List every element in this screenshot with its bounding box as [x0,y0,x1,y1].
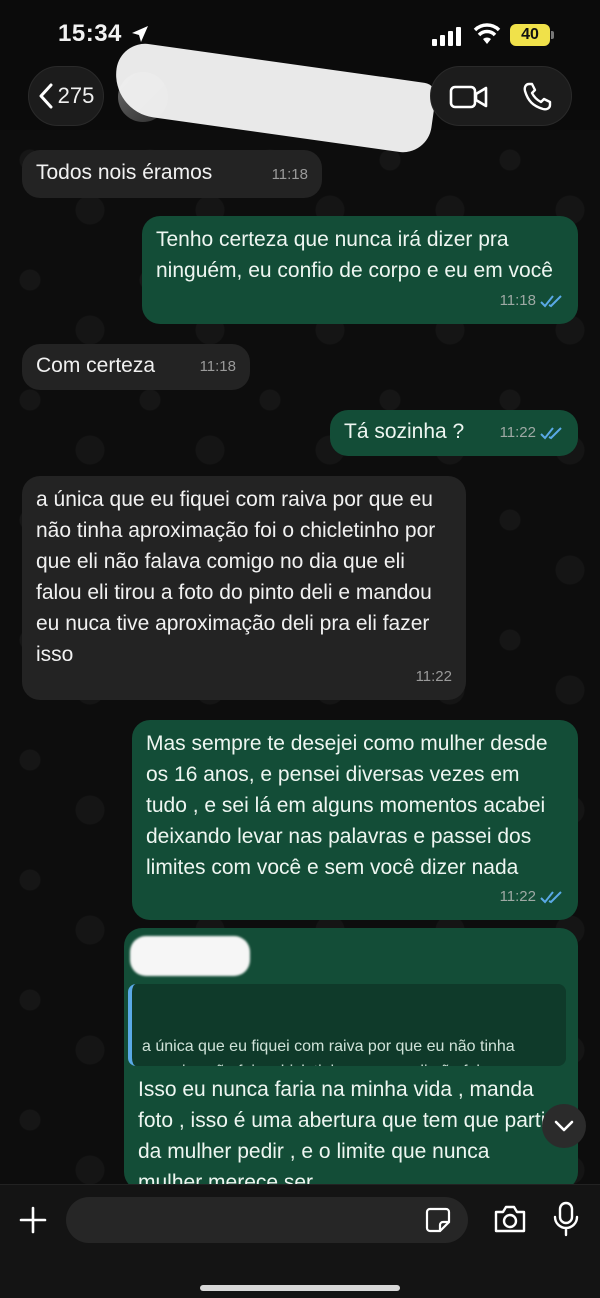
message-text: Isso eu nunca faria na minha vida , mand… [138,1078,546,1194]
camera-icon[interactable] [492,1203,528,1235]
sticker-icon[interactable] [424,1206,452,1234]
message-bubble-outgoing[interactable]: Tá sozinha ? 11:22 [330,410,578,456]
message-meta: 11:18 [272,159,308,190]
scroll-to-bottom-button[interactable] [542,1104,586,1148]
message-meta: 11:22 [500,881,564,912]
wifi-icon [473,23,501,44]
message-bubble-outgoing[interactable]: Mas sempre te desejei como mulher desde … [132,720,578,920]
message-meta: 11:22 [416,661,452,692]
message-bubble-outgoing[interactable]: Tenho certeza que nunca irá dizer pra ni… [142,216,578,324]
home-indicator [200,1285,400,1291]
message-meta: 11:18 [200,351,236,382]
message-bubble-incoming[interactable]: Com certeza 11:18 [22,344,250,390]
chat-header: 275 [0,40,600,156]
read-ticks-icon [540,294,562,307]
message-text: Todos nois éramos [36,161,213,184]
signal-icon [432,27,461,46]
read-ticks-icon [540,890,562,903]
phone-call-icon[interactable] [521,81,553,113]
message-text: Mas sempre te desejei como mulher desde … [146,732,548,879]
message-meta: 11:22 [500,417,564,448]
message-time: 11:22 [499,888,536,905]
read-ticks-icon [540,426,562,439]
video-call-icon[interactable] [449,81,489,113]
contact-info[interactable] [110,40,438,156]
quoted-text: a única que eu fiquei com raiva por que … [142,1038,515,1066]
message-input[interactable] [66,1197,468,1243]
message-composer [0,1184,600,1298]
message-bubble-incoming[interactable]: a única que eu fiquei com raiva por que … [22,476,466,700]
message-text: Tenho certeza que nunca irá dizer pra ni… [156,228,553,282]
message-time: 11:22 [415,668,452,685]
redacted-reply-sender [130,936,250,976]
battery-icon: 40 [510,24,554,46]
chevron-down-icon [554,1120,574,1132]
microphone-icon[interactable] [552,1201,580,1237]
message-time: 11:18 [199,358,236,375]
message-meta: 11:18 [500,285,564,316]
message-time: 11:22 [499,424,536,441]
message-time: 11:18 [499,292,536,309]
unread-count: 275 [57,83,95,108]
plus-icon[interactable] [18,1205,48,1235]
quoted-message[interactable]: a única que eu fiquei com raiva por que … [128,984,566,1066]
back-button[interactable]: 275 [28,66,104,126]
location-arrow-icon [132,26,148,42]
call-actions [430,66,572,126]
battery-level: 40 [510,24,550,46]
back-chevron-icon [39,83,53,109]
message-bubble-incoming[interactable]: Todos nois éramos 11:18 [22,150,322,198]
message-bubble-outgoing-reply[interactable]: a única que eu fiquei com raiva por que … [124,928,578,1194]
message-time: 11:18 [271,166,308,183]
message-text: a única que eu fiquei com raiva por que … [36,488,436,666]
status-time: 15:34 [58,20,122,47]
